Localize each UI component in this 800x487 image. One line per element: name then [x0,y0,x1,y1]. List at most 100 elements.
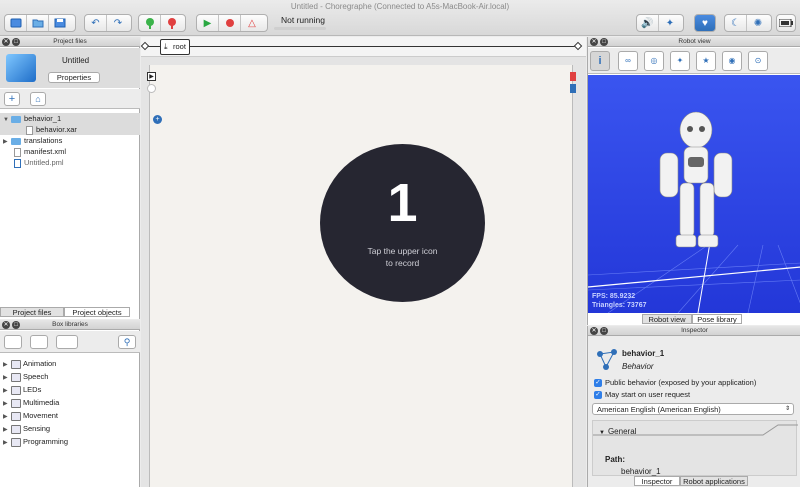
output-icon[interactable] [570,72,576,81]
tab-inspector[interactable]: Inspector [634,476,680,486]
library-item-label: Multimedia [23,398,60,407]
close-icon[interactable]: ✕ [590,327,598,335]
tab-robot-applications[interactable]: Robot applications [680,476,748,486]
run-toolbar-group: ▶ △ [196,14,268,32]
tree-item-behavior-xar[interactable]: behavior.xar [0,124,140,135]
tree-item-pml[interactable]: Untitled.pml [0,157,64,168]
inspector-name: behavior_1 [622,349,665,358]
inspector-header: ✕ □ Inspector [588,326,800,336]
animation-mode-icon[interactable]: ✦ [659,15,681,31]
project-cube-icon [6,54,36,82]
input-play-icon[interactable]: ▶ [147,72,156,81]
flow-canvas[interactable]: ▶ + 1 Tap the upper icon to record [147,65,576,487]
status-text: Not running [281,15,325,25]
redo-icon[interactable]: ↷ [107,15,129,31]
tree-item-behavior-folder[interactable]: ▼ behavior_1 [0,113,140,124]
volume-icon[interactable]: 🔊 [637,15,659,31]
public-behavior-checkbox[interactable]: ✓ Public behavior (exposed by your applic… [594,378,756,387]
add-input-icon[interactable]: + [153,115,162,124]
float-icon[interactable]: □ [600,38,608,46]
tree-item-translations[interactable]: ▶ translations [0,135,62,146]
user-request-checkbox[interactable]: ✓ May start on user request [594,390,690,399]
language-select[interactable]: American English (American English) ⇕ [592,403,794,415]
tree-item-label: translations [24,136,63,145]
title-bar: Untitled - Choregraphe (Connected to A5s… [0,0,800,36]
library-item-movement[interactable]: ▶ Movement [3,410,58,421]
robot-view-panel: ✕ □ Robot view i ∞ ◎ ✦ ★ ◉ ⊙ FPS: 85.923… [587,37,800,325]
library-item-leds[interactable]: ▶ LEDs [3,384,41,395]
breadcrumb-root[interactable]: ⤓ root [160,39,190,55]
download-icon: ⤓ [164,42,168,51]
animation-icon[interactable]: ★ [696,51,716,71]
search-icon[interactable]: ⚲ [118,335,136,349]
breadcrumb-label: root [173,42,186,51]
tab-project-files[interactable]: Project files [0,307,64,317]
output-onstopped-icon[interactable] [570,84,576,93]
panel-title: Inspector [681,327,708,334]
heart-icon[interactable]: ♥ [694,14,716,32]
general-section: ▼ General Path: behavior_1 [592,420,798,476]
general-section-toggle[interactable]: ▼ General [599,427,636,436]
inspector-panel: ✕ □ Inspector behavior_1 Behavior ✓ Publi… [587,326,800,487]
file-icon [26,125,33,135]
library-icon [11,411,21,421]
tab-pose-library[interactable]: Pose library [692,314,742,324]
library-item-label: Programming [23,437,69,446]
tree-item-manifest[interactable]: manifest.xml [0,146,66,157]
library-icon [11,398,21,408]
pml-file-icon [14,158,21,168]
joints-icon[interactable]: ◎ [644,51,664,71]
close-icon[interactable]: ✕ [2,321,10,329]
language-select-value: American English (American English) [597,405,721,414]
tab-project-objects[interactable]: Project objects [64,307,130,317]
stiffness-icon[interactable]: ✦ [670,51,690,71]
library-icon [11,437,21,447]
chevron-down-icon: ▼ [599,430,605,436]
properties-button[interactable]: Properties [48,72,100,83]
play-icon[interactable]: ▶ [197,15,219,31]
float-icon[interactable]: □ [600,327,608,335]
library-item-animation[interactable]: ▶ Animation [3,358,56,369]
tree-item-label: behavior_1 [24,114,62,123]
import-icon[interactable]: ⌂ [30,92,46,106]
audio-toolbar-group: 🔊 ✦ [636,14,684,32]
float-icon[interactable]: □ [12,321,20,329]
path-value: behavior_1 [621,467,661,476]
progress-bar [274,27,326,30]
sleep-icon[interactable]: ☾ [725,15,747,31]
close-icon[interactable]: ✕ [590,38,598,46]
save-project-icon[interactable] [49,15,71,31]
open-library-icon[interactable] [30,335,48,349]
new-library-icon[interactable] [4,335,22,349]
close-icon[interactable]: ✕ [2,38,10,46]
inspector-type: Behavior [622,362,654,371]
camera-icon[interactable]: ⊙ [748,51,768,71]
robot-3d-viewport[interactable]: FPS: 85.9232 Triangles: 73767 [588,75,800,313]
connect-icon[interactable] [139,15,161,31]
panel-title: Box libraries [52,321,88,328]
record-hint-line-2: to record [385,258,420,268]
settings-icon[interactable]: ✺ [747,15,769,31]
library-item-programming[interactable]: ▶ Programming [3,436,68,447]
file-icon [14,147,21,157]
library-item-sensing[interactable]: ▶ Sensing [3,423,50,434]
library-menu-icon[interactable] [56,335,78,349]
input-onstop-icon[interactable] [147,84,156,93]
disconnect-icon[interactable] [161,15,183,31]
debug-icon[interactable]: △ [241,15,263,31]
triangles-readout: Triangles: 73767 [592,302,647,309]
record-counter[interactable]: 1 Tap the upper icon to record [320,144,485,302]
info-icon[interactable]: i [590,51,610,71]
library-icon [11,424,21,434]
link-icon[interactable]: ∞ [618,51,638,71]
float-icon[interactable]: □ [12,38,20,46]
open-project-icon[interactable] [27,15,49,31]
library-item-multimedia[interactable]: ▶ Multimedia [3,397,59,408]
stop-icon[interactable] [219,15,241,31]
library-item-speech[interactable]: ▶ Speech [3,371,48,382]
undo-icon[interactable]: ↶ [85,15,107,31]
tab-robot-view[interactable]: Robot view [642,314,692,324]
speaker-icon[interactable]: ◉ [722,51,742,71]
new-project-icon[interactable] [5,15,27,31]
add-icon[interactable]: + [4,92,20,106]
